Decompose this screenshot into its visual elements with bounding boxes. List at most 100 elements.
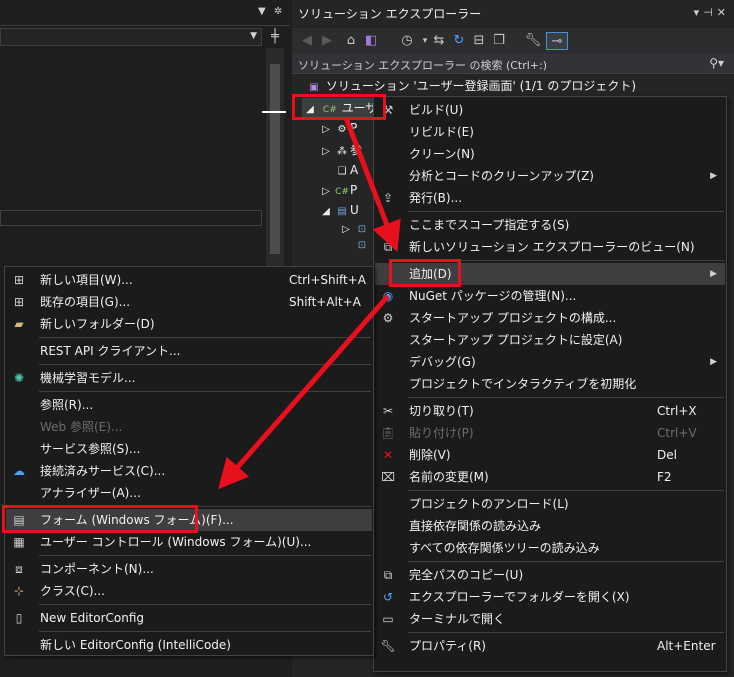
add-submenu-item-13[interactable]: ⊹ クラス(C)... [6,580,372,602]
context-menu-item-0[interactable]: ⚒ ビルド(U) [375,99,725,121]
context-menu-item-19[interactable]: すべての依存関係ツリーの読み込み [375,537,725,559]
menu-item-label: サービス参照(S)... [40,442,141,456]
context-menu-item-9[interactable]: ⚙ スタートアップ プロジェクトの構成... [375,307,725,329]
dropdown-arrow-icon[interactable]: ▼ [258,6,266,17]
add-submenu-item-6[interactable]: Web 参照(E)... [6,416,372,438]
split-editor-icon[interactable]: ╪ [266,28,284,46]
tree-solution-row[interactable]: ▣ ソリューション 'ユーザー登録画面' (1/1 のプロジェクト) [306,76,636,96]
home-icon[interactable]: ⌂ [342,32,360,50]
context-menu-item-2[interactable]: クリーン(N) [375,143,725,165]
add-submenu-item-4[interactable]: ✺ 機械学習モデル... [6,367,372,389]
vs-switch-view-icon[interactable]: ◧ [362,32,380,50]
menu-item-label: 削除(V) [409,448,451,462]
menu-item-label: すべての依存関係ツリーの読み込み [409,541,600,555]
open-folder-icon: ↺ [382,590,394,604]
context-menu-item-12[interactable]: プロジェクトでインタラクティブを初期化 [375,373,725,395]
context-menu-item-17[interactable]: プロジェクトのアンロード(L) [375,493,725,515]
context-menu-item-6[interactable]: ⧉ 新しいソリューション エクスプローラーのビュー(N) [375,236,725,258]
context-menu-item-13[interactable]: ✂ 切り取り(T) Ctrl+X [375,400,725,422]
terminal-icon: ▭ [382,612,394,626]
context-menu-item-16[interactable]: ⌧ 名前の変更(M) F2 [375,466,725,488]
tree-item[interactable]: ▷ C#P [318,180,357,200]
tree-item[interactable]: ❏ A [318,160,359,180]
context-menu-item-15[interactable]: ✕ 削除(V) Del [375,444,725,466]
context-menu-item-18[interactable]: 直接依存関係の読み込み [375,515,725,537]
search-box[interactable]: ソリューション エクスプローラー の検索 (Ctrl+:) ⚲▾ [292,54,734,74]
refresh-icon[interactable]: ↻ [450,32,468,50]
forward-icon[interactable]: ▶ [318,32,336,50]
menu-separator [39,604,371,605]
add-submenu-item-3[interactable]: REST API クライアント... [6,340,372,362]
close-icon[interactable]: ✕ [717,6,730,19]
add-submenu-item-5[interactable]: 参照(R)... [6,394,372,416]
menu-item-label: アナライザー(A)... [40,486,141,500]
existing-item-icon: ⊞ [13,295,25,309]
add-submenu-item-15[interactable]: 新しい EditorConfig (IntelliCode) [6,634,372,656]
add-submenu-item-2[interactable]: ▰ 新しいフォルダー(D) [6,313,372,335]
menu-separator [408,397,724,398]
context-menu-item-1[interactable]: リビルド(E) [375,121,725,143]
context-menu-item-5[interactable]: ここまでスコープ指定する(S) [375,214,725,236]
collapse-all-icon[interactable]: ⊟ [470,32,488,50]
member-dropdown[interactable]: ▼ [0,28,262,46]
context-menu-item-22[interactable]: ▭ ターミナルで開く [375,608,725,630]
menu-separator [408,211,724,212]
tree-item[interactable]: ▷ ⁂ 参 [318,140,362,160]
editor-scroll-thumb[interactable] [270,64,280,254]
context-menu-item-23[interactable]: 🔧︎ プロパティ(R) Alt+Enter [375,635,725,657]
pending-changes-icon[interactable]: ◷ [398,32,416,50]
resx-file-icon: ⊡ [357,240,367,251]
pin-icon[interactable]: ⊣ [703,6,717,19]
add-submenu-item-1[interactable]: ⊞ 既存の項目(G)... Shift+Alt+A [6,291,372,313]
gear-icon: ⚙ [382,311,394,325]
context-menu-item-21[interactable]: ↺ エクスプローラーでフォルダーを開く(X) [375,586,725,608]
menu-item-label: 新しい項目(W)... [40,273,133,287]
menu-item-label: プロパティ(R) [409,639,486,653]
menu-shortcut: Shift+Alt+A [289,295,361,309]
class-icon: ⊹ [13,584,25,598]
panel-title: ソリューション エクスプローラー [298,7,482,21]
add-submenu-item-0[interactable]: ⊞ 新しい項目(W)... Ctrl+Shift+A [6,269,372,291]
context-menu-item-8[interactable]: ◉ NuGet パッケージの管理(N)... [375,285,725,307]
preview-selected-icon[interactable]: ⊸ [546,32,568,50]
menu-item-label: 新しいフォルダー(D) [40,317,155,331]
search-placeholder: ソリューション エクスプローラー の検索 (Ctrl+:) [298,59,548,72]
ml-icon: ✺ [13,371,25,385]
tree-item[interactable]: ◢ ▤ U [318,200,359,220]
gear-icon[interactable]: ✲ [274,6,282,17]
context-menu-item-14[interactable]: 📋︎ 貼り付け(P) Ctrl+V [375,422,725,444]
wrench-icon[interactable]: 🔧︎ [524,32,542,50]
tree-item[interactable]: ▷ ⚙ P [318,118,357,138]
menu-item-label: New EditorConfig [40,611,145,625]
highlight-form-item [2,505,198,533]
menu-separator [39,631,371,632]
menu-shortcut: Del [657,448,677,462]
new-item-icon: ⊞ [13,273,25,287]
publish-icon: ⇪ [382,191,394,205]
add-submenu-item-14[interactable]: ▯ New EditorConfig [6,607,372,629]
context-menu-item-11[interactable]: デバッグ(G) ▶ [375,351,725,373]
tree-item[interactable]: ⊡ [354,234,370,254]
add-submenu-item-9[interactable]: アナライザー(A)... [6,482,372,504]
menu-item-label: プロジェクトでインタラクティブを初期化 [409,377,637,391]
window-position-icon[interactable]: ▾ [694,6,704,19]
context-menu-item-10[interactable]: スタートアップ プロジェクトに設定(A) [375,329,725,351]
show-all-files-icon[interactable]: ❐ [490,32,508,50]
context-menu-item-4[interactable]: ⇪ 発行(B)... [375,187,725,209]
sync-icon[interactable]: ⇆ [430,32,448,50]
context-menu-item-20[interactable]: ⧉ 完全パスのコピー(U) [375,564,725,586]
menu-item-label: 新しいソリューション エクスプローラーのビュー(N) [409,240,695,254]
menu-item-label: ユーザー コントロール (Windows フォーム)(U)... [40,535,312,549]
menu-shortcut: Ctrl+V [657,426,697,440]
add-submenu-item-12[interactable]: ⧈ コンポーネント(N)... [6,558,372,580]
add-submenu: ⊞ 新しい項目(W)... Ctrl+Shift+A ⊞ 既存の項目(G)... Shif… [4,266,374,656]
add-submenu-item-7[interactable]: サービス参照(S)... [6,438,372,460]
menu-separator [39,391,371,392]
context-menu-item-3[interactable]: 分析とコードのクリーンアップ(Z) ▶ [375,165,725,187]
menu-item-label: 新しい EditorConfig (IntelliCode) [40,638,231,652]
menu-item-label: 発行(B)... [409,191,463,205]
add-submenu-item-11[interactable]: ▦ ユーザー コントロール (Windows フォーム)(U)... [6,531,372,553]
menu-item-label: 完全パスのコピー(U) [409,568,524,582]
add-submenu-item-8[interactable]: ☁ 接続済みサービス(C)... [6,460,372,482]
back-icon[interactable]: ◀ [298,32,316,50]
